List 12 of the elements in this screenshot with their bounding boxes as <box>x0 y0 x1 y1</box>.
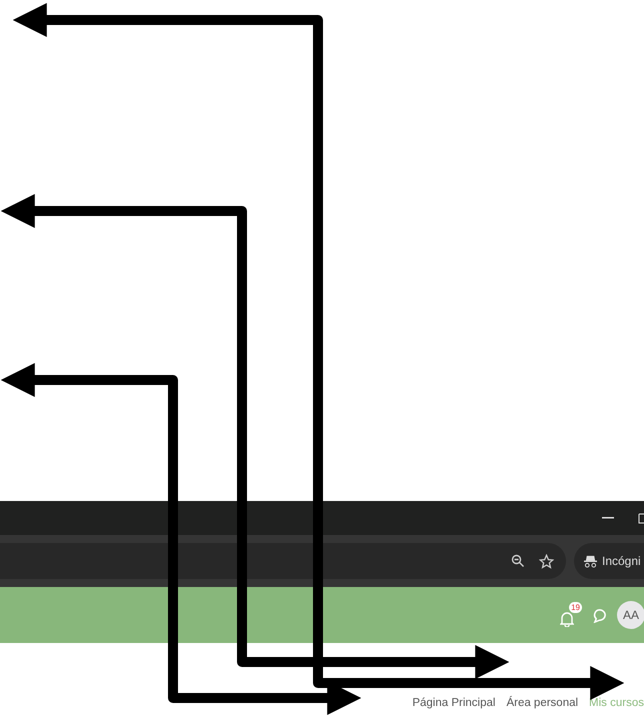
incognito-chip[interactable]: Incógni <box>574 543 644 579</box>
zoom-out-icon[interactable] <box>511 554 525 568</box>
incognito-icon <box>584 554 597 568</box>
notifications-button[interactable]: 19 <box>560 602 582 628</box>
notification-count: 19 <box>569 602 582 613</box>
restore-icon[interactable] <box>638 512 644 524</box>
bell-icon <box>560 611 574 627</box>
minimize-icon[interactable] <box>602 517 614 519</box>
nav-link[interactable]: Página Principal <box>412 697 496 709</box>
star-icon[interactable] <box>539 554 554 568</box>
user-avatar[interactable]: AA <box>617 601 644 629</box>
nav-link[interactable]: Área personal <box>506 697 578 709</box>
